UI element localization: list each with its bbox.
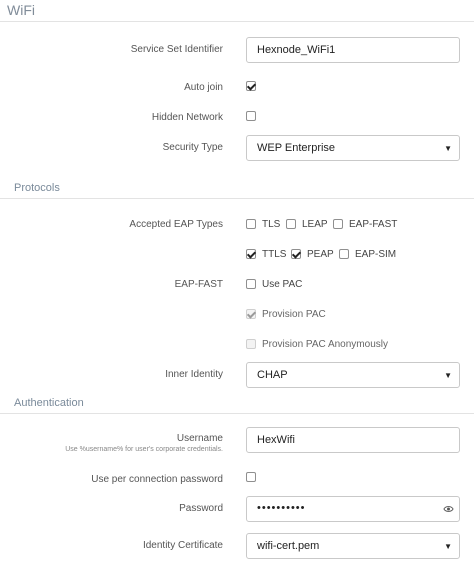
provision-pac-label: Provision PAC — [262, 309, 326, 320]
section-header-wifi: WiFi — [0, 0, 474, 22]
username-label: Username — [176, 433, 223, 444]
security-type-value: WEP Enterprise — [257, 142, 336, 154]
hidden-network-checkbox[interactable] — [246, 111, 256, 121]
provision-pac-checkbox — [246, 309, 256, 319]
caret-down-icon: ▼ — [444, 144, 452, 153]
eap-sim-checkbox[interactable] — [339, 249, 349, 259]
use-pac-checkbox[interactable] — [246, 279, 256, 289]
eap-ttls-checkbox[interactable] — [246, 249, 256, 259]
section-title-authentication: Authentication — [14, 397, 84, 409]
inner-identity-label: Inner Identity — [165, 369, 223, 380]
eap-fast-checkbox[interactable] — [333, 219, 343, 229]
inner-identity-select[interactable]: CHAP ▼ — [246, 362, 460, 388]
section-header-authentication: Authentication — [0, 392, 474, 414]
hidden-network-label: Hidden Network — [151, 112, 223, 123]
inner-identity-value: CHAP — [257, 369, 288, 381]
eap-peap-label: PEAP — [307, 249, 334, 260]
caret-down-icon: ▼ — [444, 371, 452, 380]
eap-leap-label: LEAP — [302, 219, 328, 230]
username-input[interactable]: HexWifi — [246, 427, 460, 453]
eap-fast-type-label: EAP-FAST — [349, 219, 398, 230]
eye-icon[interactable] — [443, 504, 454, 514]
per-connection-password-checkbox[interactable] — [246, 472, 256, 482]
ssid-input[interactable]: Hexnode_WiFi1 — [246, 37, 460, 63]
provision-pac-anon-label: Provision PAC Anonymously — [262, 339, 388, 350]
eap-peap-checkbox[interactable] — [291, 249, 301, 259]
use-pac-label: Use PAC — [262, 279, 303, 290]
eap-tls-label: TLS — [262, 219, 281, 230]
password-value: •••••••••• — [257, 502, 306, 514]
auto-join-checkbox[interactable] — [246, 81, 256, 91]
identity-certificate-select[interactable]: wifi-cert.pem ▼ — [246, 533, 460, 559]
eap-tls-checkbox[interactable] — [246, 219, 256, 229]
username-hint: Use %username% for user's corporate cred… — [65, 446, 223, 453]
eap-types-label: Accepted EAP Types — [129, 219, 223, 230]
eap-ttls-label: TTLS — [262, 249, 287, 260]
section-header-protocols: Protocols — [0, 177, 474, 199]
password-label: Password — [179, 503, 223, 514]
security-type-label: Security Type — [162, 142, 223, 153]
auto-join-label: Auto join — [184, 82, 223, 93]
ssid-value: Hexnode_WiFi1 — [257, 44, 336, 56]
section-title-wifi: WiFi — [7, 2, 35, 18]
identity-certificate-label: Identity Certificate — [142, 540, 223, 551]
eap-leap-checkbox[interactable] — [286, 219, 296, 229]
security-type-select[interactable]: WEP Enterprise ▼ — [246, 135, 460, 161]
username-value: HexWifi — [257, 434, 295, 446]
caret-down-icon: ▼ — [444, 542, 452, 551]
provision-pac-anon-checkbox — [246, 339, 256, 349]
password-input[interactable]: •••••••••• — [246, 496, 460, 522]
identity-certificate-value: wifi-cert.pem — [257, 540, 320, 552]
section-title-protocols: Protocols — [14, 182, 60, 194]
ssid-label: Service Set Identifier — [130, 44, 223, 55]
per-connection-password-label: Use per connection password — [91, 474, 223, 485]
eap-fast-label: EAP-FAST — [174, 279, 223, 290]
eap-sim-label: EAP-SIM — [355, 249, 397, 260]
